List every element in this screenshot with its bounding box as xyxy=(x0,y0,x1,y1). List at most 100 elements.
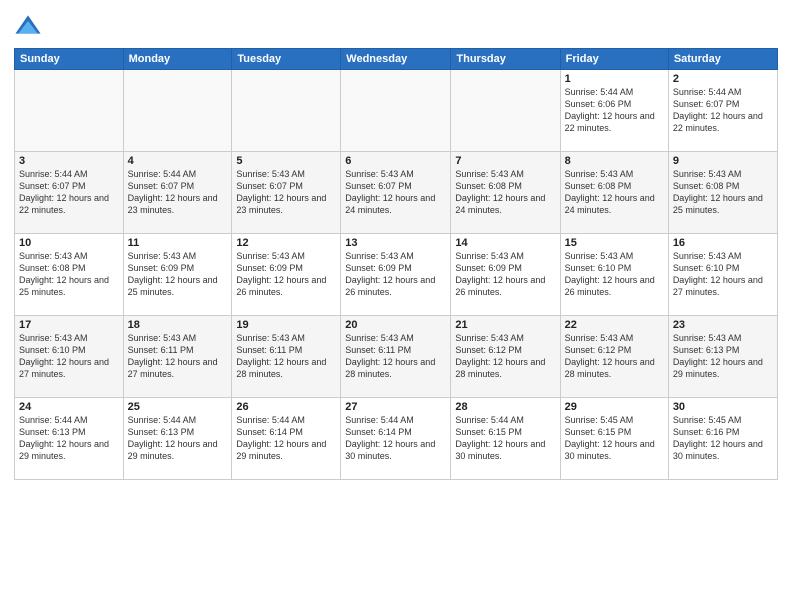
day-number: 5 xyxy=(236,155,336,167)
calendar-cell-1: 1Sunrise: 5:44 AM Sunset: 6:06 PM Daylig… xyxy=(560,70,668,152)
calendar-cell-20: 20Sunrise: 5:43 AM Sunset: 6:11 PM Dayli… xyxy=(341,316,451,398)
calendar-cell-8: 8Sunrise: 5:43 AM Sunset: 6:08 PM Daylig… xyxy=(560,152,668,234)
day-info: Sunrise: 5:43 AM Sunset: 6:08 PM Dayligh… xyxy=(565,168,664,217)
calendar-cell-4: 4Sunrise: 5:44 AM Sunset: 6:07 PM Daylig… xyxy=(123,152,232,234)
day-info: Sunrise: 5:43 AM Sunset: 6:11 PM Dayligh… xyxy=(128,332,228,381)
day-info: Sunrise: 5:44 AM Sunset: 6:15 PM Dayligh… xyxy=(455,414,555,463)
calendar-cell-empty xyxy=(15,70,124,152)
day-info: Sunrise: 5:43 AM Sunset: 6:07 PM Dayligh… xyxy=(345,168,446,217)
day-number: 19 xyxy=(236,319,336,331)
day-number: 22 xyxy=(565,319,664,331)
day-info: Sunrise: 5:43 AM Sunset: 6:07 PM Dayligh… xyxy=(236,168,336,217)
page: SundayMondayTuesdayWednesdayThursdayFrid… xyxy=(0,0,792,612)
day-number: 15 xyxy=(565,237,664,249)
day-number: 20 xyxy=(345,319,446,331)
calendar-cell-24: 24Sunrise: 5:44 AM Sunset: 6:13 PM Dayli… xyxy=(15,398,124,480)
calendar-week-3: 10Sunrise: 5:43 AM Sunset: 6:08 PM Dayli… xyxy=(15,234,778,316)
day-number: 18 xyxy=(128,319,228,331)
day-number: 4 xyxy=(128,155,228,167)
day-info: Sunrise: 5:43 AM Sunset: 6:11 PM Dayligh… xyxy=(345,332,446,381)
header xyxy=(14,10,778,42)
day-number: 24 xyxy=(19,401,119,413)
day-info: Sunrise: 5:43 AM Sunset: 6:12 PM Dayligh… xyxy=(565,332,664,381)
calendar-cell-29: 29Sunrise: 5:45 AM Sunset: 6:15 PM Dayli… xyxy=(560,398,668,480)
calendar-header-sunday: Sunday xyxy=(15,49,124,70)
day-number: 14 xyxy=(455,237,555,249)
day-number: 13 xyxy=(345,237,446,249)
calendar-cell-empty xyxy=(341,70,451,152)
day-info: Sunrise: 5:43 AM Sunset: 6:08 PM Dayligh… xyxy=(673,168,773,217)
calendar-cell-30: 30Sunrise: 5:45 AM Sunset: 6:16 PM Dayli… xyxy=(668,398,777,480)
day-number: 7 xyxy=(455,155,555,167)
day-info: Sunrise: 5:43 AM Sunset: 6:09 PM Dayligh… xyxy=(128,250,228,299)
calendar-cell-12: 12Sunrise: 5:43 AM Sunset: 6:09 PM Dayli… xyxy=(232,234,341,316)
calendar-cell-18: 18Sunrise: 5:43 AM Sunset: 6:11 PM Dayli… xyxy=(123,316,232,398)
calendar-cell-2: 2Sunrise: 5:44 AM Sunset: 6:07 PM Daylig… xyxy=(668,70,777,152)
day-info: Sunrise: 5:44 AM Sunset: 6:07 PM Dayligh… xyxy=(19,168,119,217)
calendar-cell-10: 10Sunrise: 5:43 AM Sunset: 6:08 PM Dayli… xyxy=(15,234,124,316)
day-info: Sunrise: 5:44 AM Sunset: 6:13 PM Dayligh… xyxy=(19,414,119,463)
calendar-cell-17: 17Sunrise: 5:43 AM Sunset: 6:10 PM Dayli… xyxy=(15,316,124,398)
calendar-header-wednesday: Wednesday xyxy=(341,49,451,70)
day-info: Sunrise: 5:43 AM Sunset: 6:10 PM Dayligh… xyxy=(19,332,119,381)
logo-icon xyxy=(14,14,42,42)
day-number: 16 xyxy=(673,237,773,249)
calendar-cell-7: 7Sunrise: 5:43 AM Sunset: 6:08 PM Daylig… xyxy=(451,152,560,234)
day-info: Sunrise: 5:43 AM Sunset: 6:09 PM Dayligh… xyxy=(345,250,446,299)
calendar-header-friday: Friday xyxy=(560,49,668,70)
day-info: Sunrise: 5:43 AM Sunset: 6:12 PM Dayligh… xyxy=(455,332,555,381)
day-number: 29 xyxy=(565,401,664,413)
day-number: 17 xyxy=(19,319,119,331)
day-info: Sunrise: 5:45 AM Sunset: 6:15 PM Dayligh… xyxy=(565,414,664,463)
calendar-week-4: 17Sunrise: 5:43 AM Sunset: 6:10 PM Dayli… xyxy=(15,316,778,398)
day-number: 10 xyxy=(19,237,119,249)
day-number: 27 xyxy=(345,401,446,413)
day-number: 30 xyxy=(673,401,773,413)
calendar-cell-empty xyxy=(451,70,560,152)
calendar-cell-14: 14Sunrise: 5:43 AM Sunset: 6:09 PM Dayli… xyxy=(451,234,560,316)
day-number: 6 xyxy=(345,155,446,167)
day-info: Sunrise: 5:43 AM Sunset: 6:11 PM Dayligh… xyxy=(236,332,336,381)
day-info: Sunrise: 5:43 AM Sunset: 6:10 PM Dayligh… xyxy=(673,250,773,299)
calendar-header-saturday: Saturday xyxy=(668,49,777,70)
calendar-cell-6: 6Sunrise: 5:43 AM Sunset: 6:07 PM Daylig… xyxy=(341,152,451,234)
calendar-week-5: 24Sunrise: 5:44 AM Sunset: 6:13 PM Dayli… xyxy=(15,398,778,480)
calendar-cell-11: 11Sunrise: 5:43 AM Sunset: 6:09 PM Dayli… xyxy=(123,234,232,316)
calendar-header-tuesday: Tuesday xyxy=(232,49,341,70)
day-number: 21 xyxy=(455,319,555,331)
day-info: Sunrise: 5:43 AM Sunset: 6:08 PM Dayligh… xyxy=(455,168,555,217)
day-info: Sunrise: 5:43 AM Sunset: 6:10 PM Dayligh… xyxy=(565,250,664,299)
calendar-cell-22: 22Sunrise: 5:43 AM Sunset: 6:12 PM Dayli… xyxy=(560,316,668,398)
calendar-table: SundayMondayTuesdayWednesdayThursdayFrid… xyxy=(14,48,778,480)
day-number: 26 xyxy=(236,401,336,413)
day-number: 3 xyxy=(19,155,119,167)
calendar-cell-19: 19Sunrise: 5:43 AM Sunset: 6:11 PM Dayli… xyxy=(232,316,341,398)
day-number: 23 xyxy=(673,319,773,331)
day-info: Sunrise: 5:44 AM Sunset: 6:13 PM Dayligh… xyxy=(128,414,228,463)
calendar-cell-15: 15Sunrise: 5:43 AM Sunset: 6:10 PM Dayli… xyxy=(560,234,668,316)
day-info: Sunrise: 5:43 AM Sunset: 6:09 PM Dayligh… xyxy=(455,250,555,299)
calendar-header-thursday: Thursday xyxy=(451,49,560,70)
calendar-week-2: 3Sunrise: 5:44 AM Sunset: 6:07 PM Daylig… xyxy=(15,152,778,234)
day-info: Sunrise: 5:43 AM Sunset: 6:08 PM Dayligh… xyxy=(19,250,119,299)
day-number: 12 xyxy=(236,237,336,249)
day-number: 11 xyxy=(128,237,228,249)
calendar-cell-25: 25Sunrise: 5:44 AM Sunset: 6:13 PM Dayli… xyxy=(123,398,232,480)
day-number: 9 xyxy=(673,155,773,167)
calendar-cell-26: 26Sunrise: 5:44 AM Sunset: 6:14 PM Dayli… xyxy=(232,398,341,480)
calendar-cell-23: 23Sunrise: 5:43 AM Sunset: 6:13 PM Dayli… xyxy=(668,316,777,398)
day-info: Sunrise: 5:44 AM Sunset: 6:06 PM Dayligh… xyxy=(565,86,664,135)
calendar-cell-13: 13Sunrise: 5:43 AM Sunset: 6:09 PM Dayli… xyxy=(341,234,451,316)
logo xyxy=(14,14,46,42)
day-info: Sunrise: 5:44 AM Sunset: 6:07 PM Dayligh… xyxy=(128,168,228,217)
day-number: 28 xyxy=(455,401,555,413)
calendar-cell-28: 28Sunrise: 5:44 AM Sunset: 6:15 PM Dayli… xyxy=(451,398,560,480)
calendar-header-row: SundayMondayTuesdayWednesdayThursdayFrid… xyxy=(15,49,778,70)
calendar-cell-5: 5Sunrise: 5:43 AM Sunset: 6:07 PM Daylig… xyxy=(232,152,341,234)
calendar-cell-21: 21Sunrise: 5:43 AM Sunset: 6:12 PM Dayli… xyxy=(451,316,560,398)
calendar-cell-empty xyxy=(123,70,232,152)
calendar-cell-3: 3Sunrise: 5:44 AM Sunset: 6:07 PM Daylig… xyxy=(15,152,124,234)
day-info: Sunrise: 5:44 AM Sunset: 6:14 PM Dayligh… xyxy=(236,414,336,463)
calendar-header-monday: Monday xyxy=(123,49,232,70)
calendar-week-1: 1Sunrise: 5:44 AM Sunset: 6:06 PM Daylig… xyxy=(15,70,778,152)
